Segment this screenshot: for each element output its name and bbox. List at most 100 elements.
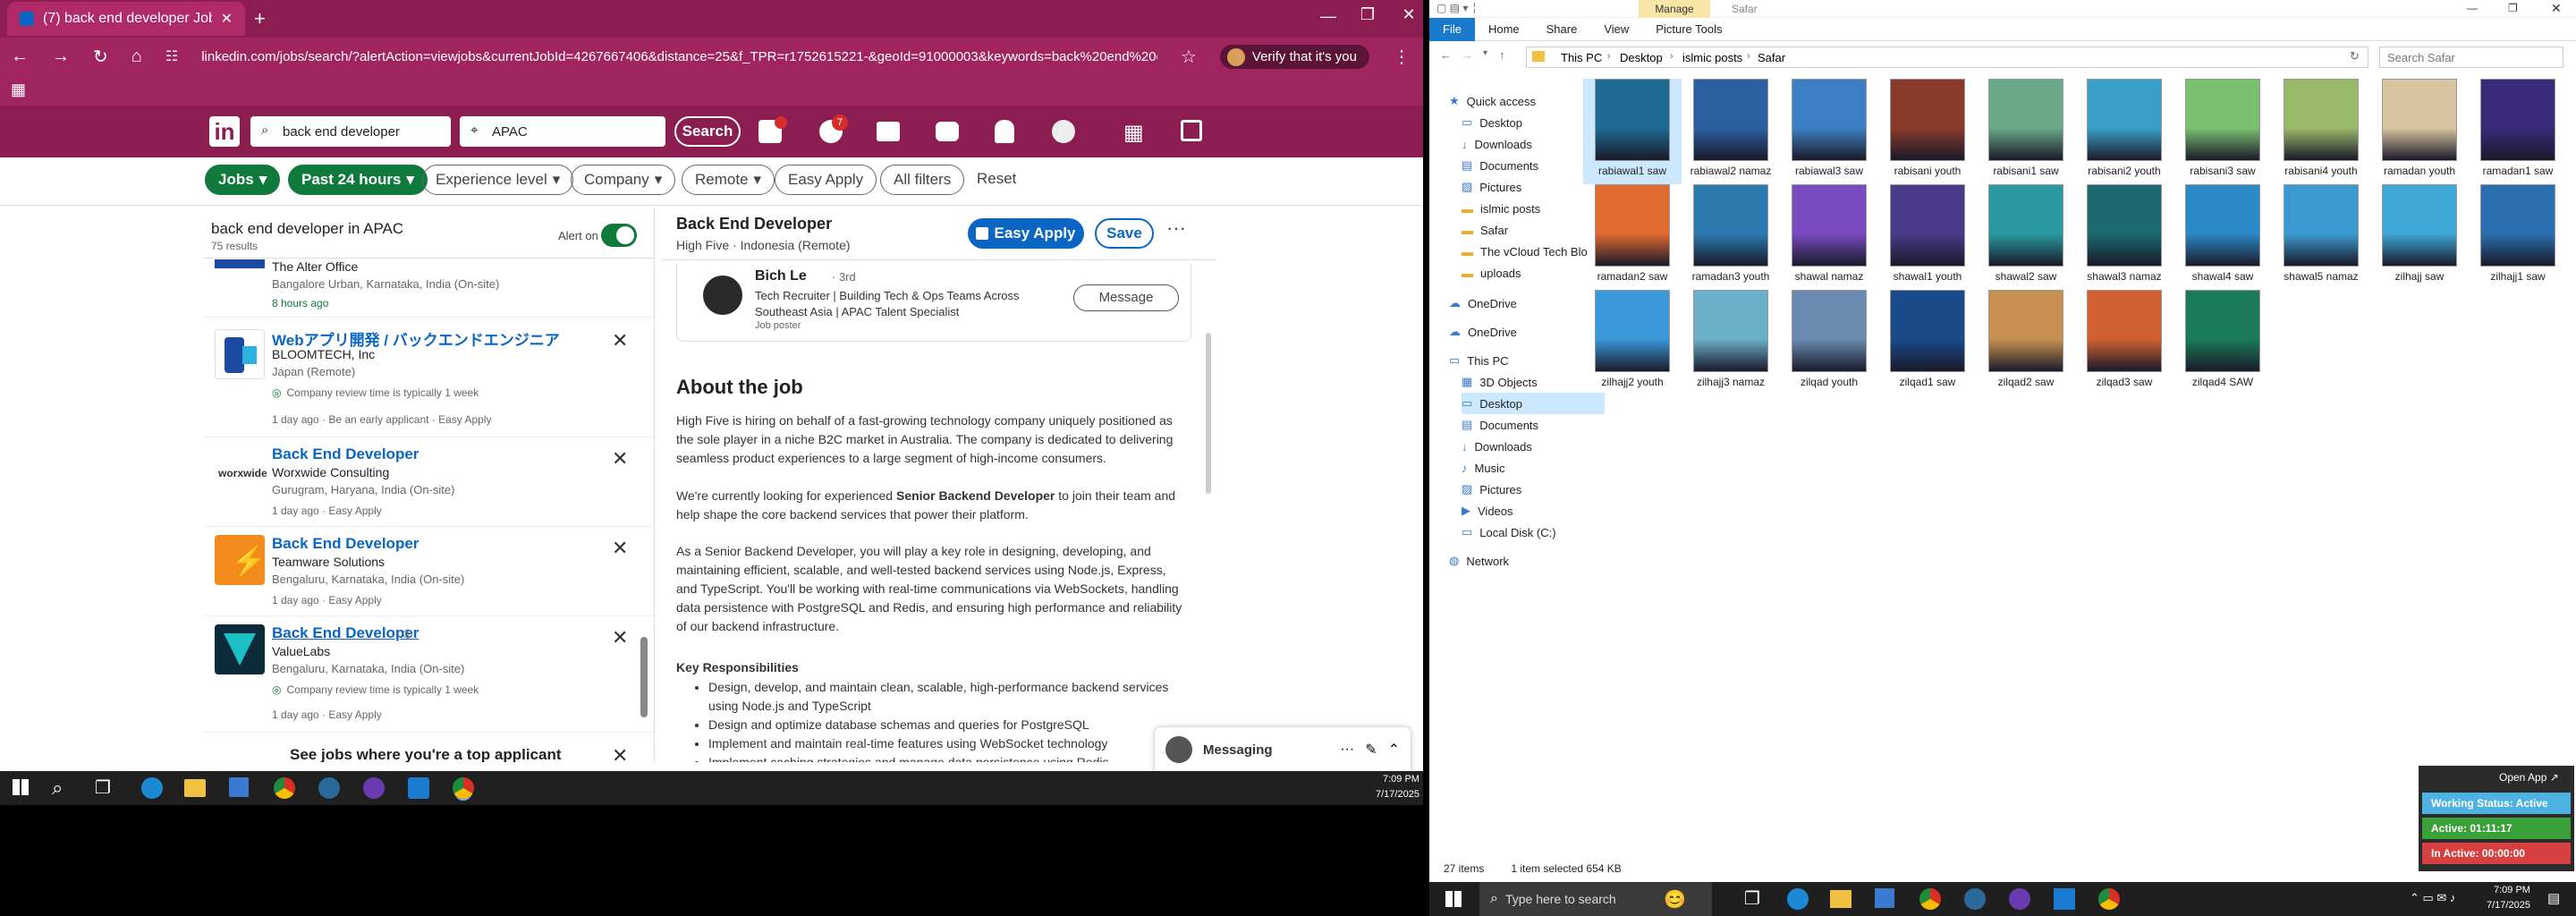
- maximize-icon[interactable]: ❐: [1345, 5, 1390, 24]
- close-window-icon[interactable]: ✕: [1386, 5, 1431, 24]
- new-tab-icon[interactable]: +: [254, 7, 266, 30]
- store-icon[interactable]: [229, 777, 249, 797]
- app-icon[interactable]: [1964, 888, 1986, 910]
- task-view-icon[interactable]: ❐: [95, 776, 111, 799]
- crumb-desktop[interactable]: Desktop: [1620, 51, 1663, 64]
- breadcrumb[interactable]: This PC Desktop islmic posts Safar › › ›…: [1526, 47, 2368, 68]
- filter-past-24h[interactable]: Past 24 hours ▾: [288, 165, 428, 195]
- explorer-search-input[interactable]: Search Safar: [2379, 47, 2563, 68]
- windows-start-icon[interactable]: [1445, 891, 1462, 907]
- url-input[interactable]: linkedin.com/jobs/search/?alertAction=vi…: [201, 49, 1157, 64]
- chrome-active-icon[interactable]: [2098, 888, 2120, 910]
- file-thumbnail[interactable]: zilqad4 SAW: [2174, 290, 2272, 395]
- ribbon-tab-picture-tools[interactable]: Picture Tools: [1642, 22, 1735, 36]
- nav-item-desktop[interactable]: ▭ Desktop: [1462, 393, 1605, 414]
- file-thumbnail[interactable]: zilqad1 saw: [1878, 290, 1977, 395]
- quick-access-toolbar-icon[interactable]: ▢ ▤ ▾ ╎: [1436, 2, 1478, 14]
- file-thumbnail[interactable]: shawal4 saw: [2174, 184, 2272, 290]
- file-explorer-icon[interactable]: [184, 779, 206, 797]
- save-button[interactable]: Save: [1095, 218, 1154, 249]
- nav-item-videos[interactable]: ▶ Videos: [1462, 500, 1605, 522]
- filter-all-filters[interactable]: All filters: [880, 165, 965, 195]
- close-tab-icon[interactable]: ✕: [221, 10, 233, 28]
- compose-icon[interactable]: ✎: [1365, 741, 1377, 759]
- ribbon-tab-share[interactable]: Share: [1533, 22, 1591, 36]
- dismiss-job-icon[interactable]: ✕: [612, 537, 628, 560]
- close-window-icon[interactable]: ✕: [2551, 1, 2562, 16]
- file-thumbnail[interactable]: zilqad3 saw: [2075, 290, 2174, 395]
- chrome-icon[interactable]: [274, 777, 295, 799]
- alert-toggle[interactable]: [601, 224, 637, 247]
- task-view-icon[interactable]: ❐: [1744, 887, 1760, 910]
- verify-button[interactable]: Verify that it's you: [1219, 44, 1369, 69]
- crumb-this-pc[interactable]: This PC: [1561, 51, 1602, 64]
- back-icon[interactable]: ←: [1440, 48, 1452, 62]
- file-thumbnail[interactable]: rabisani2 youth: [2075, 79, 2174, 184]
- keyword-search-input[interactable]: ⌕ back end developer: [250, 116, 451, 147]
- filter-easy-apply[interactable]: Easy Apply: [775, 165, 877, 195]
- nav-item-downloads[interactable]: ↓ Downloads: [1462, 436, 1605, 457]
- job-title[interactable]: Back End Developer: [272, 445, 419, 463]
- file-thumbnail[interactable]: rabisani1 saw: [1977, 79, 2075, 184]
- reload-icon[interactable]: ↻: [93, 46, 108, 68]
- file-thumbnail[interactable]: shawal1 youth: [1878, 184, 1977, 290]
- file-thumbnail[interactable]: ramadan2 saw: [1583, 184, 1682, 290]
- apps-grid-icon[interactable]: ▦: [11, 81, 26, 99]
- nav-item-music[interactable]: ♪ Music: [1462, 457, 1605, 479]
- file-thumbnail[interactable]: zilhajj2 youth: [1583, 290, 1682, 395]
- message-button[interactable]: Message: [1073, 284, 1179, 311]
- maximize-icon[interactable]: ❐: [2508, 2, 2518, 14]
- poster-avatar[interactable]: [703, 276, 742, 315]
- file-thumbnail[interactable]: rabisani4 youth: [2272, 79, 2370, 184]
- apps-grid-linkedin-icon[interactable]: ▦: [1123, 120, 1144, 146]
- file-thumbnail[interactable]: zilhajj3 namaz: [1682, 290, 1780, 395]
- notifications-icon[interactable]: ▤: [2547, 890, 2560, 906]
- file-thumbnail[interactable]: ramadan3 youth: [1682, 184, 1780, 290]
- dismiss-top-applicant-icon[interactable]: ✕: [612, 744, 628, 762]
- github-icon[interactable]: [363, 777, 385, 799]
- messaging-bar[interactable]: Messaging ··· ✎ ⌃: [1154, 726, 1411, 773]
- nav-item-local-disk-c-[interactable]: ▭ Local Disk (C:): [1462, 522, 1605, 543]
- job-title[interactable]: Back End Developer: [272, 535, 419, 553]
- browser-tab[interactable]: (7) back end developer Jobs | LinkedIn ✕: [7, 2, 245, 36]
- file-thumbnail[interactable]: rabiawal3 saw: [1780, 79, 1878, 184]
- open-app-link[interactable]: Open App ↗: [2499, 771, 2559, 784]
- minimize-icon[interactable]: —: [1306, 7, 1351, 26]
- crumb-safar[interactable]: Safar: [1758, 51, 1785, 64]
- dismiss-job-icon[interactable]: ✕: [612, 329, 628, 352]
- filter-experience[interactable]: Experience level ▾: [422, 165, 574, 195]
- dismiss-job-icon[interactable]: ✕: [612, 447, 628, 471]
- job-title[interactable]: Back End Developer: [272, 624, 419, 642]
- bell-icon[interactable]: [995, 120, 1014, 143]
- file-thumbnail[interactable]: rabisani youth: [1878, 79, 1977, 184]
- github-icon[interactable]: [2009, 888, 2030, 910]
- store-icon[interactable]: [1875, 888, 1894, 908]
- jobs-nav-icon[interactable]: [877, 122, 900, 141]
- nav-item-quick-access[interactable]: ★ Quick access: [1449, 90, 1592, 112]
- scrollbar-thumb[interactable]: [640, 637, 648, 717]
- file-thumbnail[interactable]: zilqad youth: [1780, 290, 1878, 395]
- file-thumbnail[interactable]: shawal5 namaz: [2272, 184, 2370, 290]
- filter-reset[interactable]: Reset: [977, 170, 1016, 188]
- detail-scrollbar[interactable]: [1206, 333, 1211, 494]
- filter-jobs[interactable]: Jobs ▾: [205, 165, 281, 195]
- file-thumbnail[interactable]: rabiawal2 namaz: [1682, 79, 1780, 184]
- see-jobs-top-applicant[interactable]: See jobs where you're a top applicant: [290, 746, 562, 762]
- search-taskbar-icon[interactable]: ⌕: [52, 776, 63, 800]
- app-icon[interactable]: [318, 777, 340, 799]
- ribbon-manage[interactable]: Manage: [1639, 0, 1710, 18]
- nav-item-network[interactable]: ◍ Network: [1449, 550, 1592, 572]
- minimize-icon[interactable]: —: [2467, 2, 2478, 14]
- filter-remote[interactable]: Remote ▾: [682, 165, 775, 195]
- nav-item-pictures[interactable]: ▨ Pictures: [1462, 479, 1605, 500]
- chrome-menu-icon[interactable]: ⋮: [1393, 46, 1423, 68]
- vscode-icon[interactable]: [408, 777, 429, 799]
- search-button[interactable]: Search: [674, 116, 741, 147]
- file-thumbnail[interactable]: ramadan youth: [2370, 79, 2469, 184]
- linkedin-logo-icon[interactable]: in: [209, 116, 240, 147]
- file-thumbnail[interactable]: shawal3 namaz: [2075, 184, 2174, 290]
- bookmark-star-icon[interactable]: ☆: [1181, 46, 1197, 68]
- edge-icon[interactable]: [141, 777, 163, 799]
- tray-icons[interactable]: ⌃ ▭ ✉ ♪: [2410, 891, 2455, 905]
- messaging-nav-icon[interactable]: [936, 122, 959, 141]
